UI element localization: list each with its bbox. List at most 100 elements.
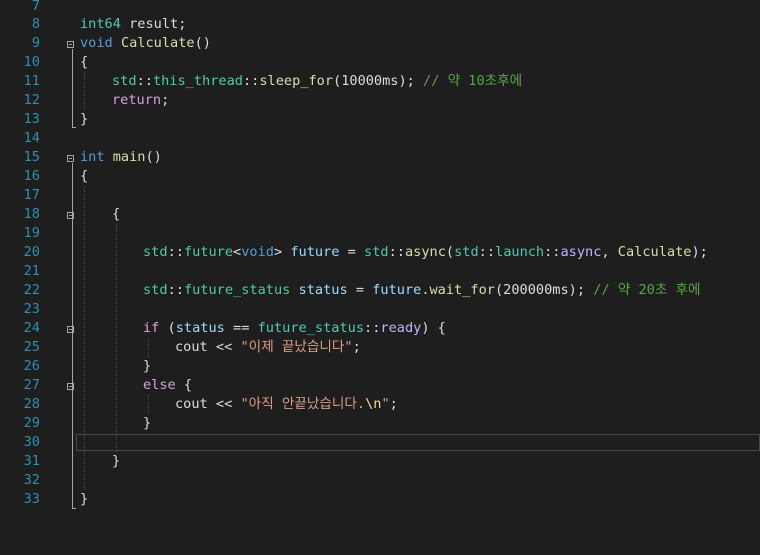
- line-number: 11: [23, 73, 40, 89]
- code-line-13[interactable]: }: [80, 110, 88, 129]
- code-token: ::: [167, 282, 184, 298]
- code-token: future: [372, 282, 422, 298]
- code-token: );: [691, 244, 708, 260]
- line-number: 31: [23, 453, 40, 469]
- code-line-25[interactable]: cout << "이제 끝났습니다";: [175, 338, 361, 357]
- code-token: ::: [364, 320, 381, 336]
- code-token: <<: [207, 396, 241, 412]
- code-token: }: [143, 415, 152, 431]
- line-number: 7: [31, 0, 40, 14]
- code-line-11[interactable]: std::this_thread::sleep_for(10000ms); //…: [112, 72, 522, 91]
- code-token: std: [143, 282, 168, 298]
- line-number: 27: [23, 377, 40, 393]
- code-string: "이제 끝났습니다": [240, 339, 353, 355]
- line-number: 17: [23, 187, 40, 203]
- code-token: ::: [388, 244, 405, 260]
- code-line-8[interactable]: int64 result;: [80, 15, 186, 34]
- line-number: 23: [23, 301, 40, 317]
- code-token: std: [112, 73, 137, 89]
- code-string: ": [381, 396, 390, 412]
- code-line-31[interactable]: }: [112, 452, 120, 471]
- indent-guide: [148, 395, 149, 414]
- code-line-22[interactable]: std::future_status status = future.wait_…: [143, 281, 701, 300]
- code-line-28[interactable]: cout << "아직 안끝났습니다.\n";: [175, 395, 398, 414]
- collapse-toggle-icon[interactable]: [67, 326, 74, 333]
- line-number: 9: [31, 35, 40, 51]
- line-number: 29: [23, 415, 40, 431]
- line-number: 8: [31, 16, 40, 32]
- code-token: (): [194, 35, 211, 51]
- line-number: 24: [23, 320, 40, 336]
- code-token: (200000ms);: [494, 282, 594, 298]
- line-number: 30: [23, 434, 40, 450]
- code-token: <: [233, 244, 242, 260]
- collapse-toggle-icon[interactable]: [67, 155, 74, 162]
- line-number: 16: [23, 168, 40, 184]
- line-number: 12: [23, 92, 40, 108]
- code-line-27[interactable]: else {: [143, 376, 192, 395]
- code-token: ::: [242, 73, 260, 89]
- code-token: main: [112, 149, 146, 165]
- code-token: this_thread: [152, 73, 243, 89]
- code-token: >: [273, 244, 291, 260]
- code-token: {: [80, 54, 89, 70]
- code-line-33[interactable]: }: [80, 490, 88, 509]
- code-token: <<: [207, 339, 241, 355]
- code-token: }: [143, 358, 152, 374]
- code-token: =: [339, 244, 365, 260]
- code-line-24[interactable]: if (status == future_status::ready) {: [143, 319, 446, 338]
- code-line-9[interactable]: void Calculate(): [80, 34, 211, 53]
- code-token: {: [175, 377, 193, 393]
- code-token: ;: [389, 396, 398, 412]
- code-token: future: [183, 244, 234, 260]
- code-token: std: [454, 244, 479, 260]
- line-number: 22: [23, 282, 40, 298]
- code-line-29[interactable]: }: [143, 414, 151, 433]
- code-token: async: [404, 244, 446, 260]
- code-token: ;: [352, 339, 361, 355]
- line-number: 10: [23, 54, 40, 70]
- code-line-12[interactable]: return;: [112, 91, 169, 110]
- fold-region-end: [72, 127, 76, 128]
- code-token: int64: [80, 16, 121, 32]
- code-string: "아직 안끝났습니다.: [240, 396, 366, 412]
- collapse-toggle-icon[interactable]: [67, 212, 74, 219]
- collapse-toggle-icon[interactable]: [67, 383, 74, 390]
- code-token: ) {: [421, 320, 446, 336]
- code-token: {: [80, 168, 89, 184]
- code-line-15[interactable]: int main(): [80, 148, 162, 167]
- code-token: (10000ms);: [333, 73, 424, 89]
- code-token: async: [560, 244, 602, 260]
- code-token: else: [143, 377, 176, 393]
- line-number-gutter: 7 8 9 10 11 12 13 14 15 16 17 18 19 20 2…: [0, 0, 64, 555]
- code-token: launch: [495, 244, 545, 260]
- code-token: ;: [161, 92, 170, 108]
- code-token: .: [421, 282, 430, 298]
- code-token: cout: [175, 339, 208, 355]
- code-token: ready: [380, 320, 422, 336]
- line-number: 32: [23, 472, 40, 488]
- code-token: ,: [601, 244, 618, 260]
- line-number: 19: [23, 225, 40, 241]
- code-line-18[interactable]: {: [112, 205, 120, 224]
- line-number: 20: [23, 244, 40, 260]
- code-token: ::: [136, 73, 153, 89]
- code-token: (): [145, 149, 162, 165]
- code-line-16[interactable]: {: [80, 167, 88, 186]
- code-line-26[interactable]: }: [143, 357, 151, 376]
- code-token: status: [298, 282, 348, 298]
- code-line-10[interactable]: {: [80, 53, 88, 72]
- code-token: cout: [175, 396, 208, 412]
- current-line-highlight: [76, 434, 760, 451]
- line-number: 15: [23, 149, 40, 165]
- code-token: ::: [544, 244, 561, 260]
- code-token: Calculate: [617, 244, 692, 260]
- code-line-20[interactable]: std::future<void> future = std::async(st…: [143, 243, 708, 262]
- collapse-toggle-icon[interactable]: [67, 41, 74, 48]
- code-token: ::: [478, 244, 496, 260]
- line-number: 14: [23, 130, 40, 146]
- code-escape: \n: [365, 396, 382, 412]
- code-editor[interactable]: 7 8 9 10 11 12 13 14 15 16 17 18 19 20 2…: [0, 0, 760, 555]
- line-number: 18: [23, 206, 40, 222]
